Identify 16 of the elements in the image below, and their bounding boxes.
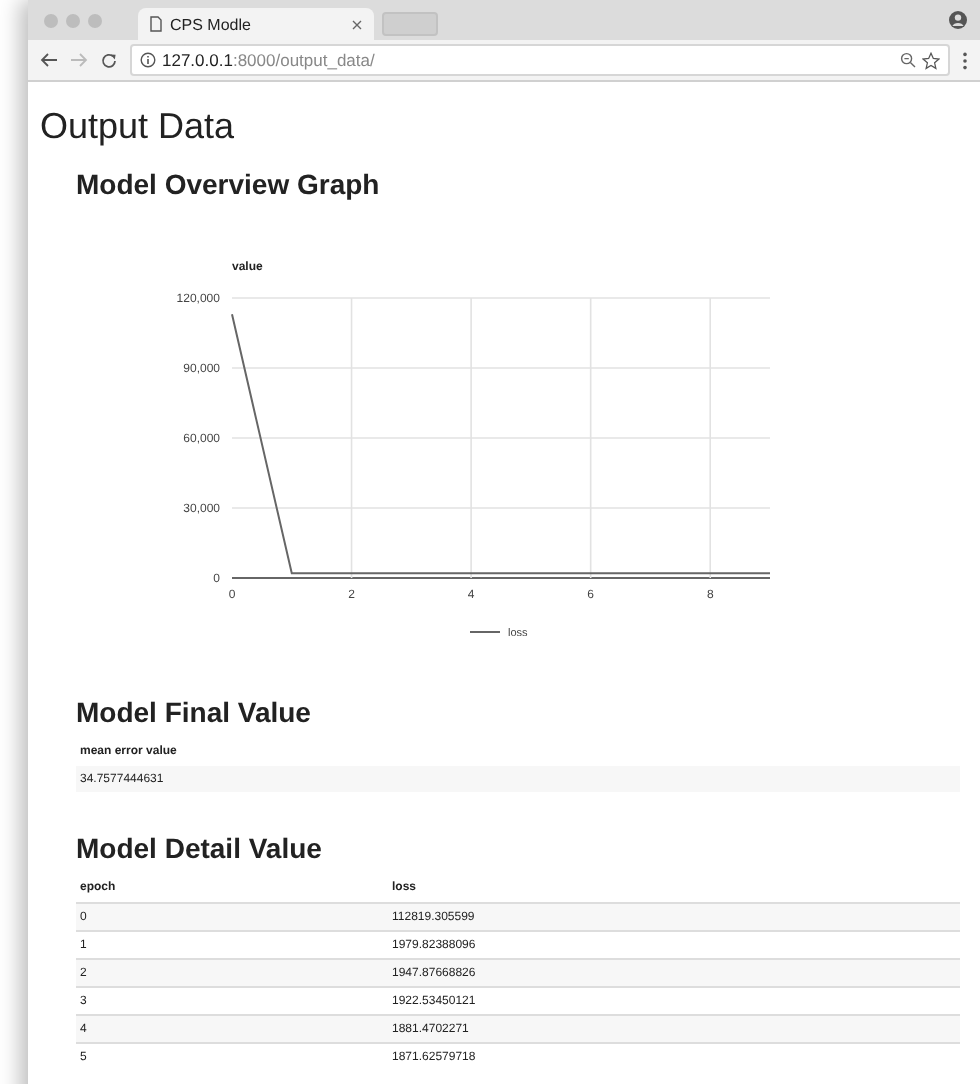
account-icon[interactable] — [948, 10, 968, 30]
section-heading: Model Final Value — [76, 696, 313, 728]
page-icon — [150, 16, 162, 32]
reload-icon[interactable] — [100, 51, 118, 69]
browser-tab[interactable]: CPS Modle — [138, 8, 374, 40]
section-heading: Model Detail Value — [76, 832, 324, 864]
zoom-icon[interactable] — [900, 52, 916, 68]
info-icon — [140, 52, 156, 68]
back-icon[interactable] — [40, 52, 58, 68]
star-icon[interactable] — [922, 51, 940, 69]
url-text: 127.0.0.1:8000/output_data/ — [162, 50, 375, 70]
menu-icon[interactable] — [962, 51, 968, 69]
section-heading: Model Overview Graph — [76, 168, 382, 200]
address-bar[interactable]: 127.0.0.1:8000/output_data/ — [130, 44, 950, 76]
page-title: Output Data — [40, 106, 237, 148]
close-icon[interactable] — [352, 19, 362, 29]
